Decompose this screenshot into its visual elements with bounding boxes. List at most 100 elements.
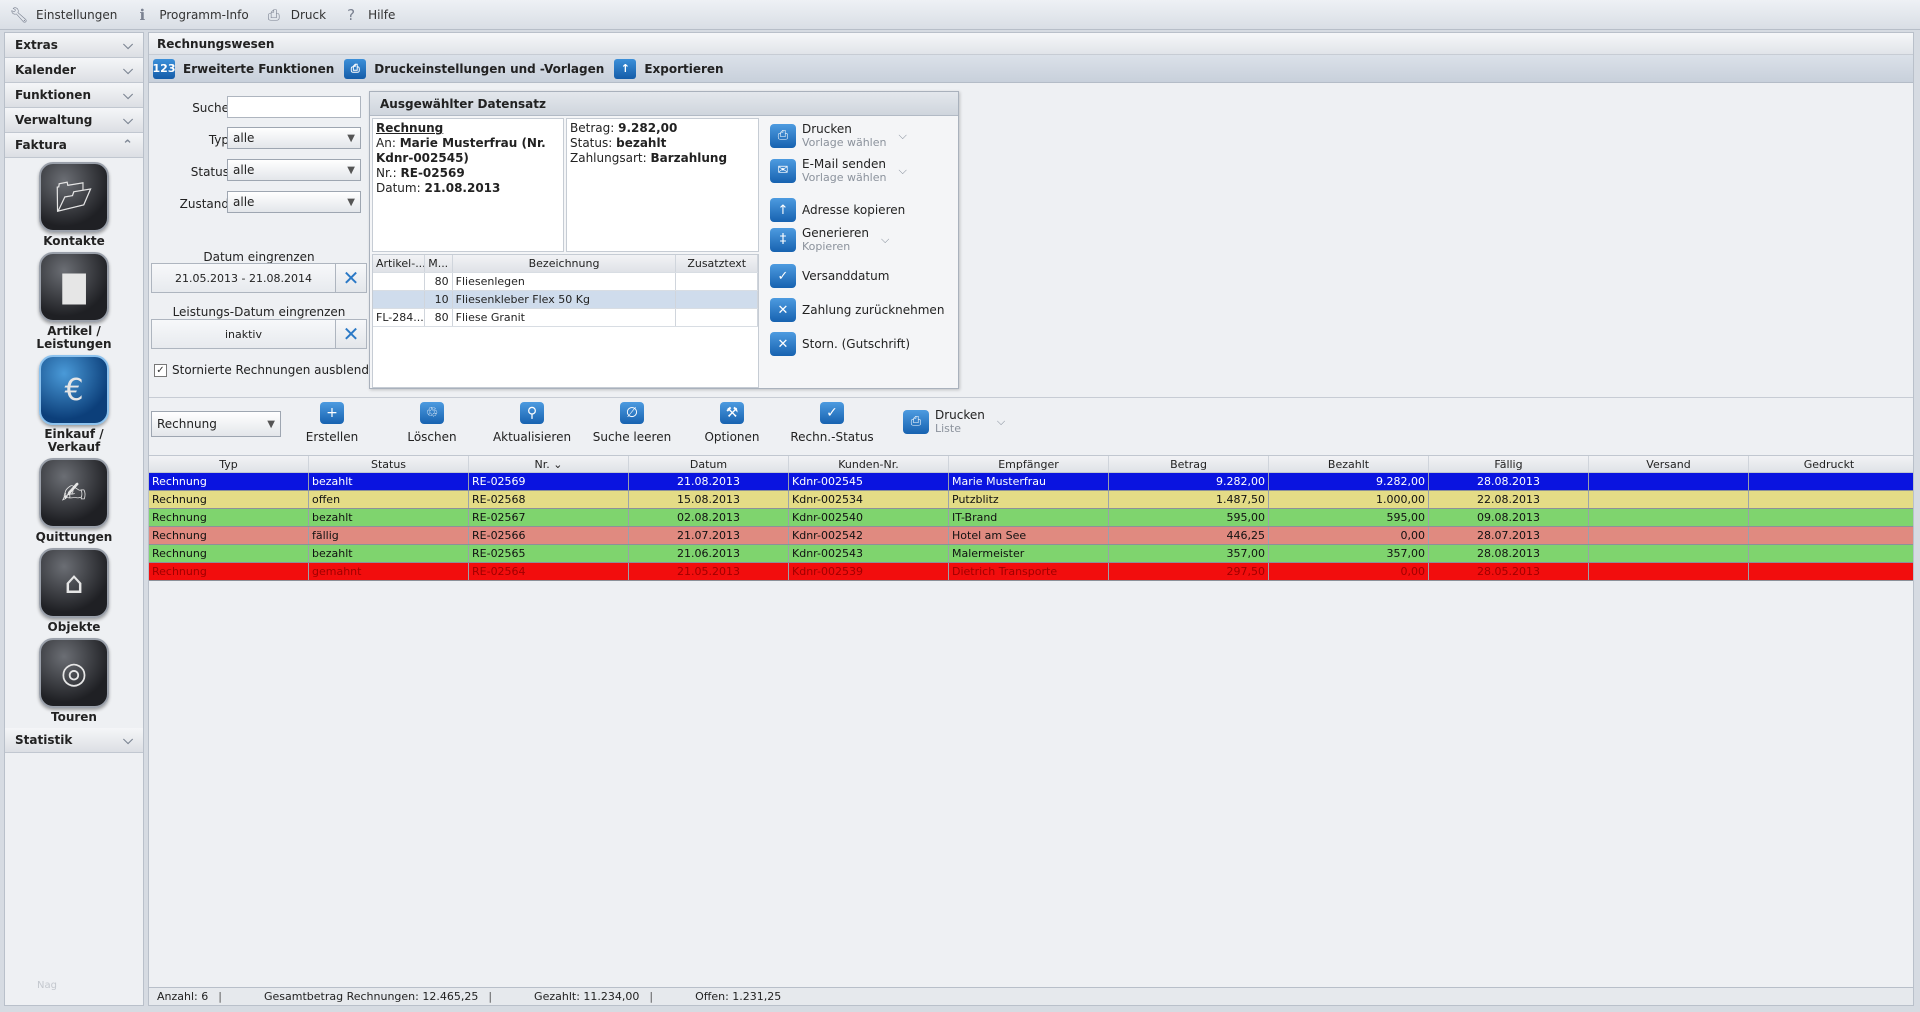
status-select[interactable]: alle ▼: [227, 159, 361, 181]
menu-label: Einstellungen: [36, 7, 118, 22]
sidebar-section-label: Kalender: [15, 63, 76, 77]
module-kontakte[interactable]: 📂︎ Kontakte: [5, 162, 143, 248]
sidebar-section-funktionen[interactable]: Funktionen ⌵: [5, 83, 143, 108]
date-line: Datum: 21.08.2013: [376, 181, 560, 196]
column-header-kunden-nr[interactable]: Kunden-Nr.: [789, 456, 949, 472]
mail-icon: ✉: [770, 158, 796, 183]
module-touren[interactable]: ◎ Touren: [5, 638, 143, 724]
adresse-kopieren-button[interactable]: ↑ Adresse kopieren: [770, 198, 905, 222]
leistungs-date-field[interactable]: inaktiv: [151, 319, 336, 349]
column-header[interactable]: Zusatztext: [676, 255, 758, 272]
clear-leistungs-date-button[interactable]: ✕: [335, 319, 367, 349]
sidebar-section-verwaltung[interactable]: Verwaltung ⌵: [5, 108, 143, 133]
zustand-select[interactable]: alle ▼: [227, 191, 361, 213]
column-header-typ[interactable]: Typ: [149, 456, 309, 472]
cell-gedruckt: [1749, 491, 1909, 508]
table-row[interactable]: Rechnung offen RE-02568 15.08.2013 Kdnr-0025…: [149, 491, 1913, 509]
sidebar-section-kalender[interactable]: Kalender ⌵: [5, 58, 143, 83]
document-type-select[interactable]: Rechnung ▼: [151, 411, 281, 437]
column-header-gedruckt[interactable]: Gedruckt: [1749, 456, 1909, 472]
menu-einstellungen[interactable]: 🔧︎ Einstellungen: [9, 5, 118, 24]
email-senden-button[interactable]: ✉ E-Mail senden Vorlage wählen ⌵: [770, 157, 907, 184]
status-line: Status: bezahlt: [570, 136, 755, 151]
module-artikel-leistungen[interactable]: ▇ Artikel / Leistungen: [5, 252, 143, 351]
module-objekte[interactable]: ⌂ Objekte: [5, 548, 143, 634]
aktualisieren-button[interactable]: ⚲ Aktualisieren: [487, 402, 577, 444]
cell-bezahlt: 0,00: [1269, 527, 1429, 544]
loeschen-button[interactable]: ♲ Löschen: [387, 402, 477, 444]
sidebar-section-extras[interactable]: Extras ⌵: [5, 33, 143, 58]
clear-search-icon: ∅: [620, 402, 644, 424]
cell-faellig: 28.08.2013: [1429, 473, 1589, 490]
printer-icon: ⎙: [903, 409, 929, 434]
table-row[interactable]: Rechnung gemahnt RE-02564 21.05.2013 Kdnr-00…: [149, 563, 1913, 581]
cell-nr: RE-02566: [469, 527, 629, 544]
typ-label: Typ: [208, 133, 229, 147]
erstellen-button[interactable]: + Erstellen: [287, 402, 377, 444]
column-header[interactable]: Artikel-...: [373, 255, 425, 272]
cell-typ: Rechnung: [149, 473, 309, 490]
versanddatum-button[interactable]: ✓ Versanddatum: [770, 264, 889, 288]
item-zusatz: [676, 309, 758, 326]
clear-date-button[interactable]: ✕: [335, 263, 367, 293]
druckeinstellungen-button[interactable]: ⎙ Druckeinstellungen und -Vorlagen: [344, 58, 604, 79]
column-header-versand[interactable]: Versand: [1589, 456, 1749, 472]
table-row[interactable]: Rechnung bezahlt RE-02565 21.06.2013 Kdnr-00…: [149, 545, 1913, 563]
cell-gedruckt: [1749, 563, 1909, 580]
menu-hilfe[interactable]: ? Hilfe: [342, 6, 395, 24]
erweiterte-funktionen-button[interactable]: 123 Erweiterte Funktionen: [153, 58, 334, 79]
exportieren-button[interactable]: ↑ Exportieren: [614, 58, 724, 79]
action-label: Zahlung zurücknehmen: [802, 303, 945, 317]
column-header-datum[interactable]: Datum: [629, 456, 789, 472]
typ-select[interactable]: alle ▼: [227, 127, 361, 149]
column-header-faellig[interactable]: Fällig: [1429, 456, 1589, 472]
suche-leeren-button[interactable]: ∅ Suche leeren: [587, 402, 677, 444]
cell-kunde: Kdnr-002542: [789, 527, 949, 544]
storno-gutschrift-button[interactable]: ✕ Storn. (Gutschrift): [770, 332, 910, 356]
rechnungs-status-button[interactable]: ✓ Rechn.-Status: [787, 402, 877, 444]
drucken-liste-button[interactable]: ⎙ Drucken Liste ⌵: [903, 408, 1005, 435]
item-row[interactable]: 80 Fliesenlegen: [373, 273, 758, 291]
column-header-status[interactable]: Status: [309, 456, 469, 472]
chevron-down-icon[interactable]: ⌵: [898, 164, 906, 178]
table-row[interactable]: Rechnung bezahlt RE-02567 02.08.2013 Kdnr-00…: [149, 509, 1913, 527]
action-text: Generieren Kopieren: [802, 226, 869, 253]
column-header-betrag[interactable]: Betrag: [1109, 456, 1269, 472]
module-quittungen[interactable]: ✍ Quittungen: [5, 458, 143, 544]
magnifier-icon: ⚲: [520, 402, 544, 424]
cell-datum: 21.08.2013: [629, 473, 789, 490]
main-panel: Rechnungswesen 123 Erweiterte Funktionen …: [148, 32, 1914, 1006]
search-input[interactable]: [227, 96, 361, 118]
chevron-down-icon[interactable]: ⌵: [898, 129, 906, 143]
wrench-icon: 🔧︎: [9, 5, 29, 24]
menu-label: Druck: [290, 7, 327, 22]
column-header-empfaenger[interactable]: Empfänger: [949, 456, 1109, 472]
menu-druck[interactable]: ⎙ Druck: [265, 6, 326, 24]
column-header[interactable]: Bezeichnung: [453, 255, 677, 272]
chevron-down-icon[interactable]: ⌵: [881, 233, 889, 247]
money-icon: €: [39, 355, 109, 425]
sidebar-section-faktura[interactable]: Faktura ⌃: [5, 133, 143, 158]
drucken-vorlage-button[interactable]: ⎙ Drucken Vorlage wählen ⌵: [770, 122, 907, 149]
column-header-nr[interactable]: Nr. ⌄: [469, 456, 629, 472]
cell-bezahlt: 1.000,00: [1269, 491, 1429, 508]
table-row[interactable]: Rechnung fällig RE-02566 21.07.2013 Kdnr-002…: [149, 527, 1913, 545]
date-range-field[interactable]: 21.05.2013 - 21.08.2014: [151, 263, 336, 293]
cell-gedruckt: [1749, 509, 1909, 526]
trash-icon: ♲: [420, 402, 444, 424]
module-einkauf-verkauf[interactable]: € Einkauf / Verkauf: [5, 355, 143, 454]
item-row[interactable]: 10 Fliesenkleber Flex 50 Kg: [373, 291, 758, 309]
table-row[interactable]: Rechnung bezahlt RE-02569 21.08.2013 Kdnr-00…: [149, 473, 1913, 491]
storno-ausblenden-checkbox[interactable]: ✓ Stornierte Rechnungen ausblenden: [154, 363, 384, 377]
optionen-button[interactable]: ⚒ Optionen: [687, 402, 777, 444]
column-header[interactable]: M...: [425, 255, 453, 272]
chevron-down-icon[interactable]: ⌵: [997, 415, 1005, 429]
column-header-bezahlt[interactable]: Bezahlt: [1269, 456, 1429, 472]
menu-programm-info[interactable]: ℹ Programm-Info: [133, 6, 249, 24]
zahlung-zuruecknehmen-button[interactable]: ✕ Zahlung zurücknehmen: [770, 298, 944, 322]
sidebar-section-statistik[interactable]: Statistik ⌵: [5, 728, 143, 753]
cell-betrag: 1.487,50: [1109, 491, 1269, 508]
item-row[interactable]: FL-284... 80 Fliese Granit: [373, 309, 758, 327]
generieren-button[interactable]: ‡ Generieren Kopieren ⌵: [770, 226, 889, 253]
close-icon: ✕: [342, 322, 360, 346]
